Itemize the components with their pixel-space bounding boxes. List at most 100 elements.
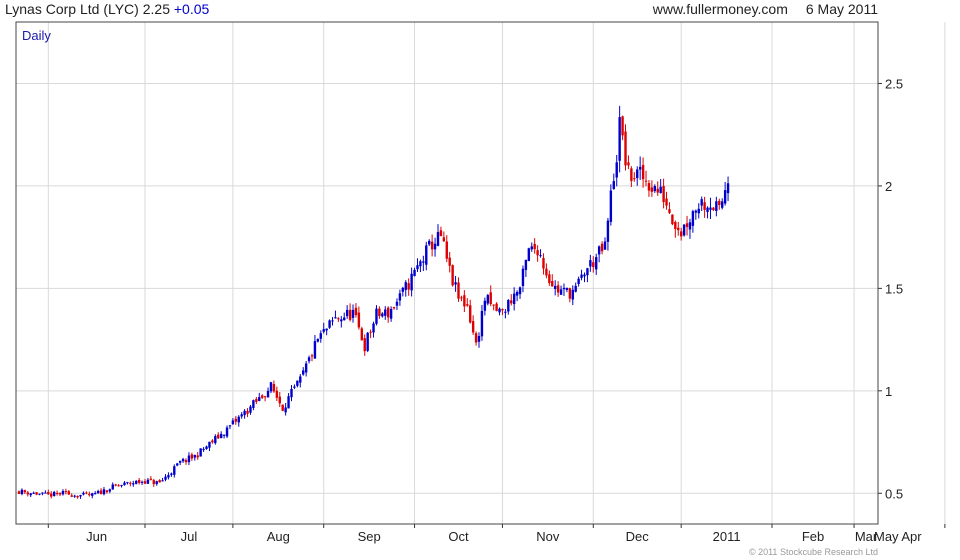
candle-body xyxy=(644,180,648,182)
candle-body xyxy=(137,479,141,483)
candle-body xyxy=(343,317,346,321)
candle-body xyxy=(155,481,158,485)
candle-body xyxy=(302,370,305,375)
candle-body xyxy=(108,489,112,492)
candle-body xyxy=(413,269,416,276)
candle-body xyxy=(334,317,337,319)
candle-body xyxy=(712,207,715,211)
candle-body xyxy=(589,260,592,267)
candle-body xyxy=(548,274,551,283)
candle-body xyxy=(176,463,179,466)
x-tick-label: May xyxy=(874,529,899,544)
candle-body xyxy=(146,479,150,484)
candle-body xyxy=(422,261,425,263)
candle-body xyxy=(357,312,361,328)
candle-body xyxy=(480,310,484,337)
candle-body xyxy=(260,395,264,398)
candle-body xyxy=(603,241,607,250)
candle-body xyxy=(630,168,633,182)
candle-body xyxy=(524,259,528,270)
candle-body xyxy=(67,491,71,495)
candle-body xyxy=(217,434,220,439)
candle-body xyxy=(240,414,243,417)
copyright-notice: © 2011 Stockcube Research Ltd xyxy=(748,547,878,557)
candle-body xyxy=(656,188,659,193)
x-tick-label: Aug xyxy=(267,529,290,544)
candle-body xyxy=(149,478,153,480)
candle-body xyxy=(410,273,413,291)
x-tick-label: 2011 xyxy=(713,529,741,544)
candle-body xyxy=(592,262,595,268)
candle-body xyxy=(219,433,223,439)
candle-body xyxy=(612,181,615,189)
x-tick-label: Feb xyxy=(802,529,824,544)
candle-body xyxy=(530,246,533,250)
candle-body xyxy=(375,308,378,324)
y-tick-label: 1 xyxy=(885,384,892,399)
candle-body xyxy=(685,223,689,228)
candle-body xyxy=(304,363,308,373)
candle-body xyxy=(395,301,399,306)
candle-body xyxy=(600,243,604,252)
candle-body xyxy=(102,489,106,495)
candle-body xyxy=(436,232,440,246)
candle-body xyxy=(650,187,654,192)
candle-body xyxy=(345,309,349,317)
candle-body xyxy=(348,309,352,320)
candle-body xyxy=(597,246,601,255)
candle-body xyxy=(404,282,407,290)
candle-body xyxy=(378,308,381,317)
candle-body xyxy=(512,293,516,305)
candle-body xyxy=(258,397,261,401)
candle-body xyxy=(363,338,366,352)
candle-body xyxy=(70,495,73,497)
candle-body xyxy=(518,287,522,295)
candle-body xyxy=(129,482,132,484)
candle-body xyxy=(507,300,510,312)
candle-body xyxy=(96,491,100,494)
candle-body xyxy=(246,410,249,414)
candle-body xyxy=(225,427,229,437)
x-tick-label: Jul xyxy=(181,529,198,544)
candle-body xyxy=(460,297,463,299)
candle-body xyxy=(249,406,252,413)
candle-body xyxy=(120,485,123,487)
candle-body xyxy=(401,287,405,292)
candle-body xyxy=(539,255,542,257)
candle-body xyxy=(328,320,331,328)
candle-body xyxy=(173,466,176,475)
x-tick-label: Jun xyxy=(86,529,107,544)
candle-body xyxy=(325,328,328,331)
candle-body xyxy=(93,493,97,495)
candle-body xyxy=(52,491,56,496)
candle-body xyxy=(340,319,343,322)
candle-body xyxy=(85,492,88,494)
candle-body xyxy=(577,278,580,285)
candle-body xyxy=(542,257,545,269)
candle-body xyxy=(430,241,434,250)
candle-body xyxy=(126,482,129,484)
candle-body xyxy=(331,320,334,322)
candle-body xyxy=(671,214,674,225)
candle-body xyxy=(266,390,270,398)
candle-body xyxy=(76,495,79,498)
candle-body xyxy=(58,492,62,495)
candle-body xyxy=(495,303,498,311)
x-tick-label: Dec xyxy=(626,529,650,544)
candle-body xyxy=(682,224,686,236)
candle-body xyxy=(416,265,419,270)
candle-body xyxy=(384,309,387,316)
candle-body xyxy=(474,333,478,343)
candle-body xyxy=(618,117,621,161)
candle-body xyxy=(486,295,489,304)
candle-body xyxy=(114,484,117,486)
candle-body xyxy=(278,396,281,404)
candle-body xyxy=(164,476,167,480)
candle-body xyxy=(659,186,662,194)
candle-body xyxy=(451,265,454,286)
candle-body xyxy=(703,202,706,210)
x-tick-label: Nov xyxy=(536,529,560,544)
candle-body xyxy=(181,458,185,462)
candle-body xyxy=(492,304,495,306)
candle-body xyxy=(694,210,698,213)
